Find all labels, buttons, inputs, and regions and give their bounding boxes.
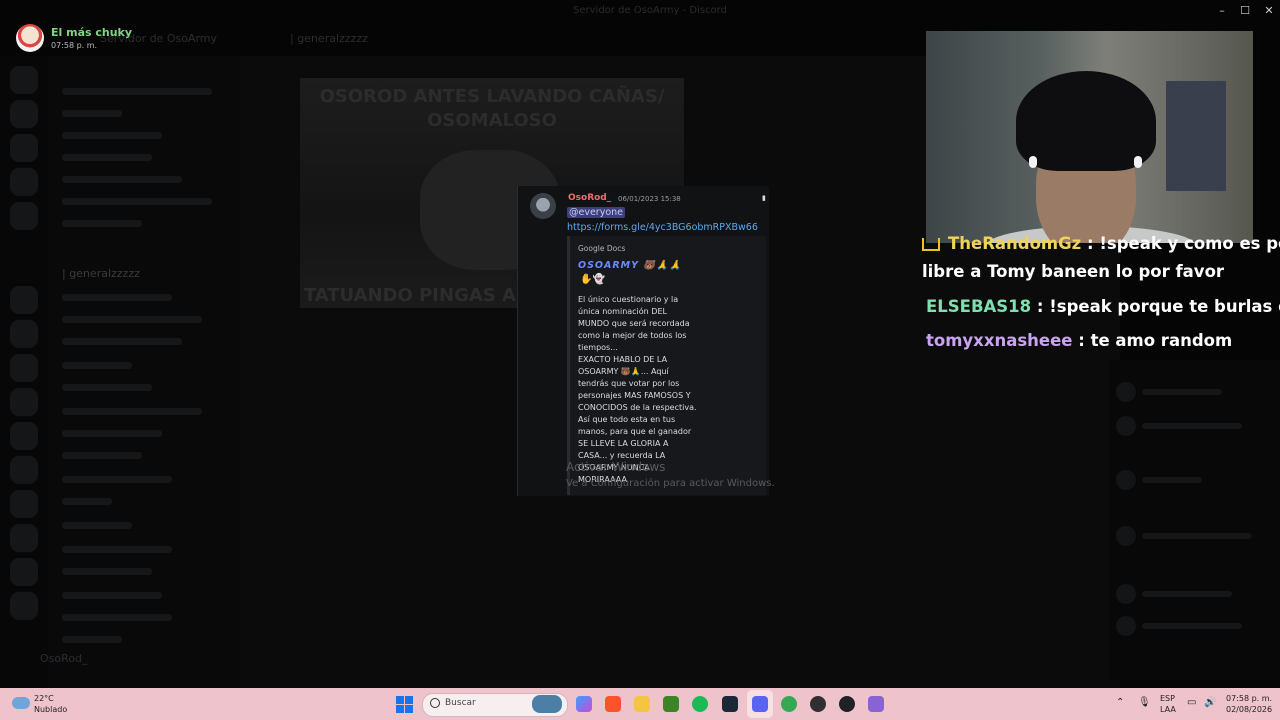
server-icon[interactable] [10, 320, 38, 348]
language-indicator[interactable]: ESP [1160, 694, 1175, 703]
message-timestamp: 06/01/2023 15:38 [618, 195, 681, 203]
server-icon[interactable] [10, 490, 38, 518]
meme-top-text: OSOROD ANTES LAVANDO CAÑAS/ OSOMALOSO [319, 86, 665, 131]
user-name: El más chuky [51, 26, 133, 39]
server-icon[interactable] [10, 100, 38, 128]
search-placeholder[interactable]: Buscar [445, 698, 476, 708]
author-avatar[interactable] [530, 193, 556, 219]
channel-header: | generalzzzzz [290, 32, 368, 45]
crown-icon [922, 238, 940, 251]
user-time: 07:58 p. m. [51, 41, 98, 50]
message-author[interactable]: OsoRod_ [568, 193, 611, 203]
minimize-icon[interactable]: – [1214, 4, 1230, 17]
search-highlight-image [532, 695, 562, 713]
cloud-icon[interactable] [12, 697, 30, 709]
server-icon[interactable] [10, 592, 38, 620]
meme-bottom-text: TATUANDO PINGAS A V [303, 285, 537, 306]
close-icon[interactable]: ✕ [1261, 4, 1277, 17]
chat-username: TheRandomGz [948, 234, 1082, 253]
server-icon[interactable] [10, 168, 38, 196]
server-icon[interactable] [10, 456, 38, 484]
chat-message: tomyxxnasheee : te amo random [926, 330, 1232, 352]
chat-username: ELSEBAS18 [926, 297, 1032, 316]
clock-date[interactable]: 02/08/2026 [1226, 705, 1272, 714]
copilot-icon[interactable] [576, 696, 592, 712]
webcam-feed [926, 31, 1253, 243]
channel-item-generalzzzzz[interactable]: | generalzzzzz [62, 267, 140, 280]
user-avatar [16, 24, 44, 52]
chrome-icon[interactable] [781, 696, 797, 712]
file-explorer-icon[interactable] [634, 696, 650, 712]
chat-username: tomyxxnasheee [926, 331, 1073, 350]
spotify-icon[interactable] [692, 696, 708, 712]
embed-description: El único cuestionario y la única nominac… [578, 295, 697, 484]
steam-icon[interactable] [722, 696, 738, 712]
chat-text: : !speak y como es posi [1087, 234, 1280, 253]
member-list [1110, 360, 1280, 680]
chat-message: TheRandomGz : !speak y como es posi [922, 233, 1280, 255]
server-icon[interactable] [10, 286, 38, 314]
server-icon[interactable] [10, 134, 38, 162]
chat-text: : te amo random [1078, 331, 1233, 350]
app-icon[interactable] [868, 696, 884, 712]
embed-emoji-line: ✋👻 [580, 274, 605, 285]
minecraft-icon[interactable] [663, 696, 679, 712]
user-footer-name: OsoRod_ [40, 652, 88, 665]
server-icon[interactable] [10, 202, 38, 230]
maximize-icon[interactable]: ☐ [1237, 4, 1253, 17]
streaming-app-icon[interactable] [839, 696, 855, 712]
search-icon [430, 698, 440, 708]
activation-watermark-subtitle: Ve a Configuración para activar Windows. [566, 478, 775, 489]
embed-title-emojis: 🐻🙏🙏 [643, 260, 682, 271]
windows-start-icon[interactable] [396, 696, 413, 713]
obs-icon[interactable] [810, 696, 826, 712]
weather-description[interactable]: Nublado [34, 705, 67, 714]
server-icon[interactable] [10, 354, 38, 382]
window-title: Servidor de OsoArmy - Discord [573, 5, 727, 16]
network-icon[interactable]: ▭ [1187, 697, 1196, 708]
forms-link[interactable]: https://forms.gle/4yc3BG6obmRPXBw66 [567, 222, 758, 233]
chevron-up-icon[interactable]: ⌃ [1116, 697, 1124, 708]
everyone-mention[interactable]: @everyone [567, 207, 626, 218]
chat-text: : !speak porque te burlas de p [1036, 297, 1280, 316]
discord-icon[interactable] [752, 696, 768, 712]
more-options-icon[interactable]: ▮ [762, 194, 766, 202]
server-icon[interactable] [10, 558, 38, 586]
server-icon[interactable] [10, 422, 38, 450]
embed-provider: Google Docs [578, 244, 626, 253]
brave-browser-icon[interactable] [605, 696, 621, 712]
microphone-icon[interactable]: 🎙 [1138, 697, 1151, 708]
volume-icon[interactable]: 🔊 [1204, 697, 1216, 708]
chat-message: ELSEBAS18 : !speak porque te burlas de p [926, 296, 1280, 318]
server-icon[interactable] [10, 388, 38, 416]
server-icon[interactable] [10, 66, 38, 94]
server-icon[interactable] [10, 524, 38, 552]
server-list [0, 56, 48, 688]
activation-watermark-title: Activar Windows [566, 460, 666, 474]
chat-message-continuation: libre a Tomy baneen lo por favor [922, 262, 1225, 281]
keyboard-layout[interactable]: LAA [1160, 705, 1176, 714]
clock-time[interactable]: 07:58 p. m. [1226, 694, 1272, 703]
embed-title[interactable]: OSOARMY 🐻🙏🙏 [578, 260, 682, 271]
weather-temperature[interactable]: 22°C [34, 694, 54, 703]
